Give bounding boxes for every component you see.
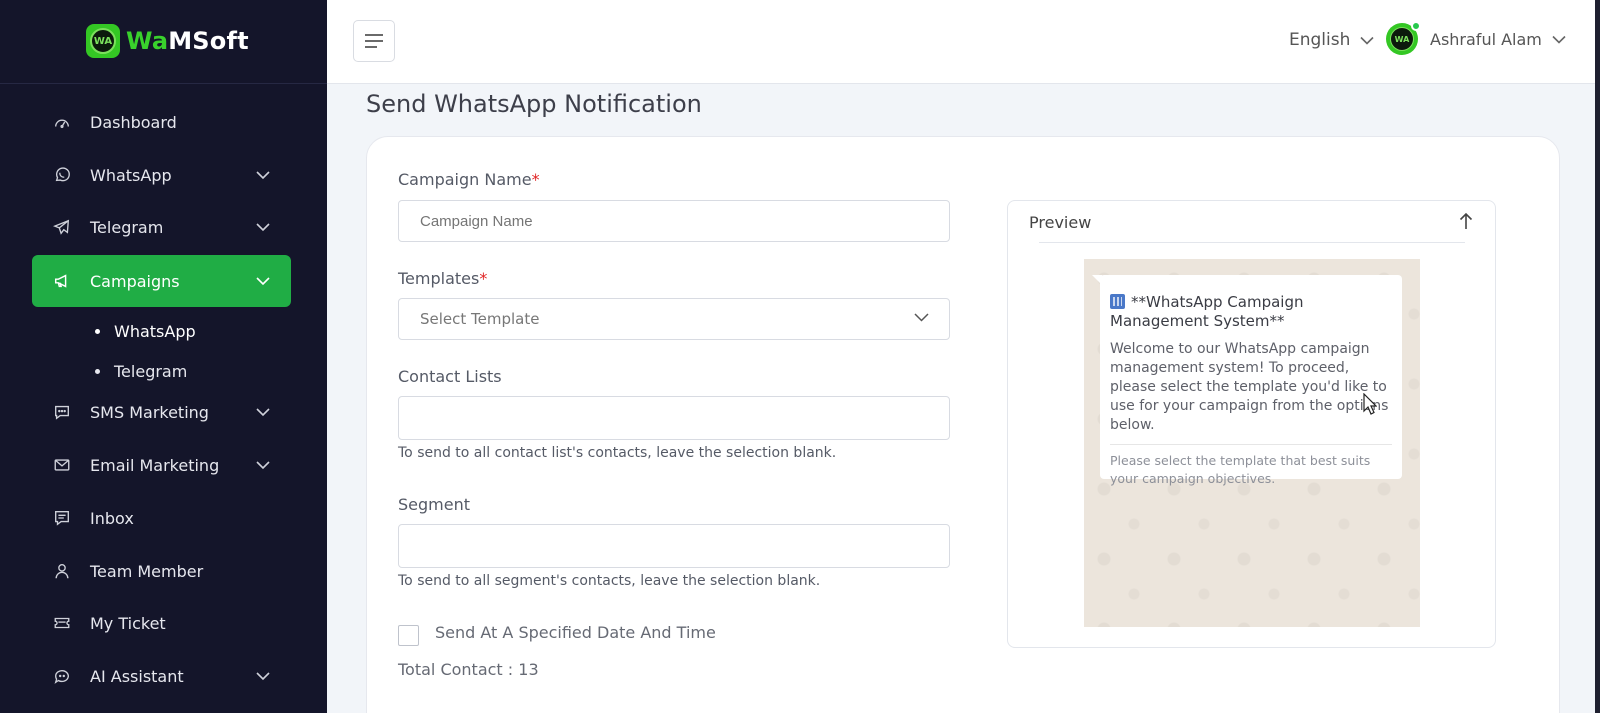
template-select[interactable]: Select Template [398, 298, 950, 340]
total-contact: Total Contact : 13 [398, 660, 539, 679]
sidebar-item-dashboard[interactable]: Dashboard [32, 97, 291, 147]
sidebar-item-label: My Ticket [90, 613, 166, 633]
dashboard-icon [52, 112, 72, 132]
message-footer: Please select the template that best sui… [1110, 453, 1371, 486]
sidebar-item-my-ticket[interactable]: My Ticket [32, 598, 291, 648]
sidebar-subitem-label: Telegram [114, 362, 188, 381]
telegram-icon [52, 217, 72, 237]
logo-badge-icon: WA [86, 24, 120, 58]
menu-toggle-button[interactable] [353, 20, 395, 62]
sidebar-item-team-member[interactable]: Team Member [32, 546, 291, 596]
chevron-down-icon [256, 461, 270, 470]
sidebar-item-ai-assistant[interactable]: AI Assistant [32, 651, 291, 701]
contact-lists-help: To send to all contact list's contacts, … [398, 445, 837, 461]
chevron-down-icon [256, 672, 270, 681]
sidebar-item-label: WhatsApp [90, 165, 172, 185]
sidebar-item-label: SMS Marketing [90, 402, 209, 422]
campaign-name-input[interactable] [398, 200, 950, 242]
online-status-icon [1411, 21, 1421, 31]
arrow-up-icon[interactable] [1459, 212, 1473, 230]
bullet-icon [95, 329, 100, 334]
sidebar: WA WaMSoft Dashboard WhatsApp Telegram C… [0, 0, 327, 713]
sidebar-item-label: Dashboard [90, 112, 177, 132]
sidebar-item-telegram[interactable]: Telegram [32, 202, 291, 252]
mouse-cursor-icon [1363, 393, 1377, 415]
campaign-name-label: Campaign Name* [398, 170, 540, 189]
chevron-down-icon [256, 223, 270, 232]
brand-logo[interactable]: WA WaMSoft [86, 24, 249, 58]
sidebar-item-label: Team Member [90, 561, 204, 581]
sidebar-item-label: AI Assistant [90, 666, 184, 686]
sidebar-item-label: Campaigns [90, 271, 180, 291]
preview-panel: Preview **WhatsApp Campaign Management S… [1007, 200, 1496, 648]
brand-name: WaMSoft [126, 27, 249, 55]
templates-label: Templates* [398, 269, 488, 288]
chevron-down-icon [256, 408, 270, 417]
message-body: Welcome to our WhatsApp campaign managem… [1110, 341, 1389, 433]
megaphone-icon [52, 271, 72, 291]
ticket-icon [52, 613, 72, 633]
segment-label: Segment [398, 495, 470, 514]
language-selector[interactable]: English [1289, 30, 1374, 50]
chevron-down-icon [1360, 36, 1374, 45]
email-icon [52, 455, 72, 475]
ai-icon [52, 666, 72, 686]
user-menu[interactable]: WA Ashraful Alam [1386, 21, 1566, 55]
sms-icon [52, 402, 72, 422]
message-separator [1110, 444, 1392, 445]
sidebar-item-label: Inbox [90, 508, 134, 528]
sidebar-item-label: Email Marketing [90, 455, 220, 475]
avatar: WA [1386, 21, 1421, 55]
message-title: **WhatsApp Campaign Management System** [1110, 293, 1304, 330]
sidebar-subitem-telegram[interactable]: Telegram [95, 362, 187, 381]
schedule-checkbox[interactable] [398, 625, 419, 646]
contact-lists-select[interactable] [398, 396, 950, 440]
chevron-down-icon [256, 277, 270, 286]
sidebar-divider [0, 83, 327, 84]
whatsapp-icon [52, 165, 72, 185]
sidebar-item-email-marketing[interactable]: Email Marketing [32, 440, 291, 490]
schedule-checkbox-label[interactable]: Send At A Specified Date And Time [435, 623, 716, 642]
segment-select[interactable] [398, 524, 950, 568]
sidebar-item-sms-marketing[interactable]: SMS Marketing [32, 387, 291, 437]
building-icon [1110, 294, 1125, 309]
preview-title: Preview [1029, 213, 1092, 232]
chevron-down-icon [1552, 35, 1566, 44]
preview-divider [1039, 242, 1465, 243]
sidebar-subitem-label: WhatsApp [114, 322, 196, 341]
window-edge [1595, 0, 1600, 713]
user-name: Ashraful Alam [1430, 29, 1542, 49]
segment-help: To send to all segment's contacts, leave… [398, 573, 821, 589]
language-label: English [1289, 30, 1351, 50]
chevron-down-icon [914, 313, 929, 322]
sidebar-item-campaigns[interactable]: Campaigns [32, 255, 291, 307]
contact-lists-label: Contact Lists [398, 367, 502, 386]
sidebar-item-label: Telegram [90, 217, 164, 237]
sidebar-subitem-whatsapp[interactable]: WhatsApp [95, 322, 196, 341]
template-select-value: Select Template [420, 310, 540, 328]
chevron-down-icon [256, 171, 270, 180]
bubble-tail [1092, 275, 1102, 285]
sidebar-item-inbox[interactable]: Inbox [32, 493, 291, 543]
user-icon [52, 561, 72, 581]
chat-background: **WhatsApp Campaign Management System** … [1084, 259, 1420, 627]
hamburger-icon [365, 34, 383, 48]
page-title: Send WhatsApp Notification [366, 90, 702, 118]
bullet-icon [95, 369, 100, 374]
topbar: English WA Ashraful Alam [327, 0, 1600, 84]
message-bubble: **WhatsApp Campaign Management System** … [1092, 275, 1402, 486]
sidebar-item-whatsapp[interactable]: WhatsApp [32, 150, 291, 200]
inbox-icon [52, 508, 72, 528]
